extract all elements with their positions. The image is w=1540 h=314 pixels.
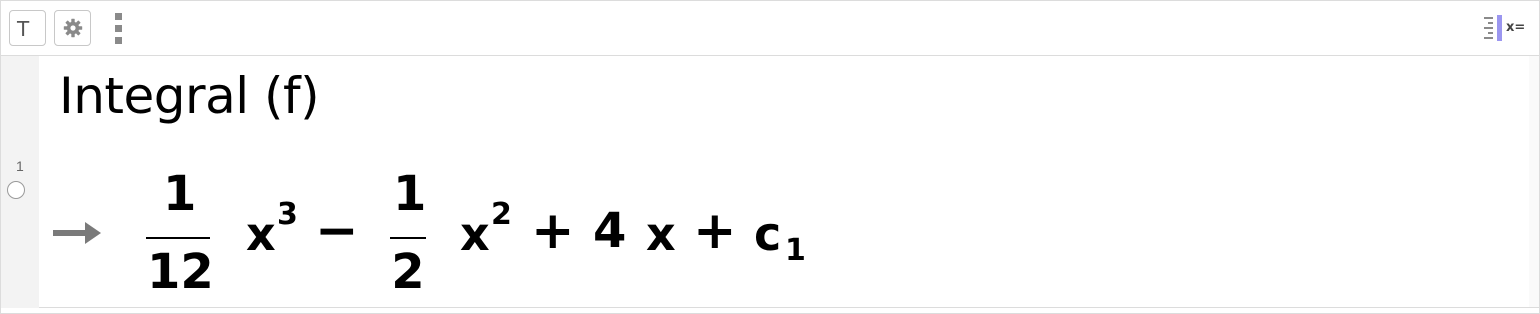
gear-icon xyxy=(63,18,83,38)
row-number: 1 xyxy=(16,158,24,174)
algebra-view: T x= 1 Integral (f) 1 12 x 3 − 1 2 x 2 +… xyxy=(0,0,1540,314)
exponent-2: 2 xyxy=(491,197,512,232)
fraction-1-bar xyxy=(146,237,210,239)
variable-x-1: x xyxy=(246,207,276,261)
fraction-2-numerator: 1 xyxy=(393,166,427,222)
text-tool-label: T xyxy=(17,17,30,41)
plus-operator-2: + xyxy=(693,201,737,261)
constant-subscript: 1 xyxy=(785,233,806,268)
settings-button[interactable] xyxy=(54,10,91,46)
plus-operator-1: + xyxy=(531,201,575,261)
fraction-1-numerator: 1 xyxy=(163,166,197,222)
toggle-label: x= xyxy=(1506,20,1526,35)
minus-operator: − xyxy=(315,201,359,261)
algebra-toolbar: T x= xyxy=(1,1,1539,56)
right-margin xyxy=(1529,56,1539,307)
variable-x-3: x xyxy=(646,207,676,261)
vertical-dots-icon[interactable] xyxy=(115,13,123,45)
text-input-button[interactable]: T xyxy=(9,10,46,46)
fraction-2-denominator: 2 xyxy=(391,244,425,300)
output-arrow-icon xyxy=(53,222,101,244)
row-divider xyxy=(39,307,1539,308)
constant-c: c xyxy=(754,207,782,261)
algebra-input[interactable]: Integral (f) xyxy=(59,67,320,125)
fraction-2-bar xyxy=(390,237,426,239)
exponent-1: 3 xyxy=(277,197,298,232)
visibility-toggle[interactable] xyxy=(7,181,25,199)
algebra-description-toggle[interactable]: x= xyxy=(1482,15,1530,41)
fraction-1-denominator: 12 xyxy=(147,244,214,300)
variable-x-2: x xyxy=(460,207,490,261)
coefficient-4: 4 xyxy=(593,203,627,259)
